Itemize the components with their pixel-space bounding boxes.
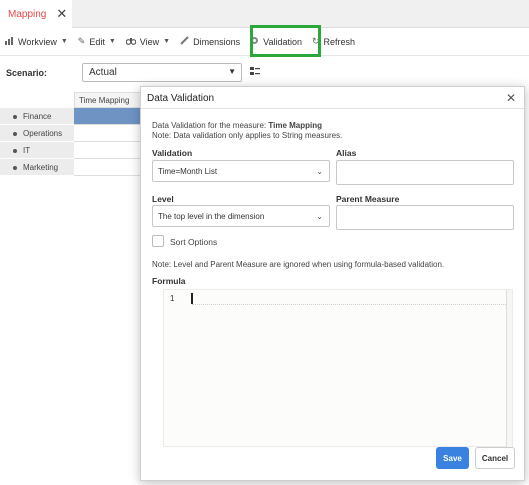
level-note-text: Note: Level and Parent Measure are ignor… xyxy=(152,260,445,269)
chart-icon xyxy=(5,36,14,47)
note-text: Note: Data validation only applies to St… xyxy=(152,131,343,140)
row-label: IT xyxy=(23,146,31,155)
ruler-icon xyxy=(180,36,189,47)
chevron-down-icon: ▼ xyxy=(163,38,171,45)
measure-name: Time Mapping xyxy=(268,121,322,130)
dimensions-label: Dimensions xyxy=(193,36,241,47)
row-label: Finance xyxy=(23,112,52,121)
line-number: 1 xyxy=(170,294,175,303)
row-header[interactable]: Finance xyxy=(0,108,74,125)
binoculars-icon xyxy=(125,37,137,47)
validation-select-value: Time=Month List xyxy=(158,167,218,176)
workview-label: Workview xyxy=(18,36,57,47)
workview-button[interactable]: Workview ▼ xyxy=(0,31,73,53)
bullet-icon xyxy=(13,115,17,119)
table-row: Finance xyxy=(0,108,144,125)
data-validation-dialog: Data Validation ✕ Data Validation for th… xyxy=(140,86,525,481)
level-label: Level xyxy=(152,194,174,204)
tab-mapping[interactable]: Mapping ✕ xyxy=(0,0,72,28)
scenario-label: Scenario: xyxy=(6,68,48,78)
intro-prefix: Data Validation for the measure: xyxy=(152,121,269,130)
pencil-icon: ✎ xyxy=(77,36,86,46)
chevron-down-icon: ▼ xyxy=(108,38,116,45)
save-button[interactable]: Save xyxy=(436,447,469,469)
chevron-down-icon: ⌄ xyxy=(316,212,323,221)
bullet-icon xyxy=(13,132,17,136)
dialog-header: Data Validation ✕ xyxy=(141,87,524,109)
dialog-title: Data Validation xyxy=(147,93,215,104)
table-row: Marketing xyxy=(0,159,144,176)
scrollbar[interactable] xyxy=(506,290,512,448)
table-row: Operations xyxy=(0,125,144,142)
validation-highlight xyxy=(250,25,321,57)
sort-options-checkbox[interactable] xyxy=(152,235,164,247)
scenario-select[interactable]: Actual ▼ xyxy=(82,63,242,82)
hierarchy-icon[interactable] xyxy=(250,67,260,79)
grid-cell[interactable] xyxy=(74,125,144,142)
row-label: Marketing xyxy=(23,163,59,172)
chevron-down-icon: ▼ xyxy=(228,67,236,76)
edit-button[interactable]: ✎ Edit ▼ xyxy=(73,31,121,53)
level-select-value: The top level in the dimension xyxy=(158,212,265,221)
table-row: IT xyxy=(0,142,144,159)
scenario-value: Actual xyxy=(89,67,117,78)
edit-label: Edit xyxy=(89,36,105,47)
close-icon[interactable]: ✕ xyxy=(56,6,67,22)
text-cursor xyxy=(191,293,193,304)
sort-options-label: Sort Options xyxy=(170,237,218,247)
alias-input[interactable] xyxy=(336,160,514,185)
bullet-icon xyxy=(13,166,17,170)
close-icon[interactable]: ✕ xyxy=(506,91,516,105)
refresh-label: Refresh xyxy=(323,36,356,47)
intro-text: Data Validation for the measure: Time Ma… xyxy=(152,121,322,130)
view-label: View xyxy=(139,36,160,47)
formula-label: Formula xyxy=(152,276,186,286)
row-header[interactable]: Marketing xyxy=(0,159,74,176)
view-button[interactable]: View ▼ xyxy=(121,31,175,53)
validation-select[interactable]: Time=Month List ⌄ xyxy=(152,160,330,182)
tab-label: Mapping xyxy=(8,8,47,20)
grid-cell[interactable] xyxy=(74,142,144,159)
validation-field-label: Validation xyxy=(152,148,193,158)
row-header[interactable]: Operations xyxy=(0,125,74,142)
chevron-down-icon: ▼ xyxy=(60,38,68,45)
column-header[interactable]: Time Mapping xyxy=(74,92,144,108)
tab-bar: Mapping ✕ xyxy=(0,0,529,28)
cancel-button[interactable]: Cancel xyxy=(475,447,515,469)
row-header[interactable]: IT xyxy=(0,142,74,159)
level-select[interactable]: The top level in the dimension ⌄ xyxy=(152,205,330,227)
chevron-down-icon: ⌄ xyxy=(316,167,323,176)
parent-measure-input[interactable] xyxy=(336,205,514,230)
formula-editor[interactable]: 1 xyxy=(163,289,513,448)
dimensions-button[interactable]: Dimensions xyxy=(175,31,245,53)
row-label: Operations xyxy=(23,129,63,138)
parent-measure-label: Parent Measure xyxy=(336,194,400,204)
active-line xyxy=(192,304,512,305)
grid-cell[interactable] xyxy=(74,159,144,176)
alias-label: Alias xyxy=(336,148,357,158)
grid-cell[interactable] xyxy=(74,108,144,125)
bullet-icon xyxy=(13,149,17,153)
